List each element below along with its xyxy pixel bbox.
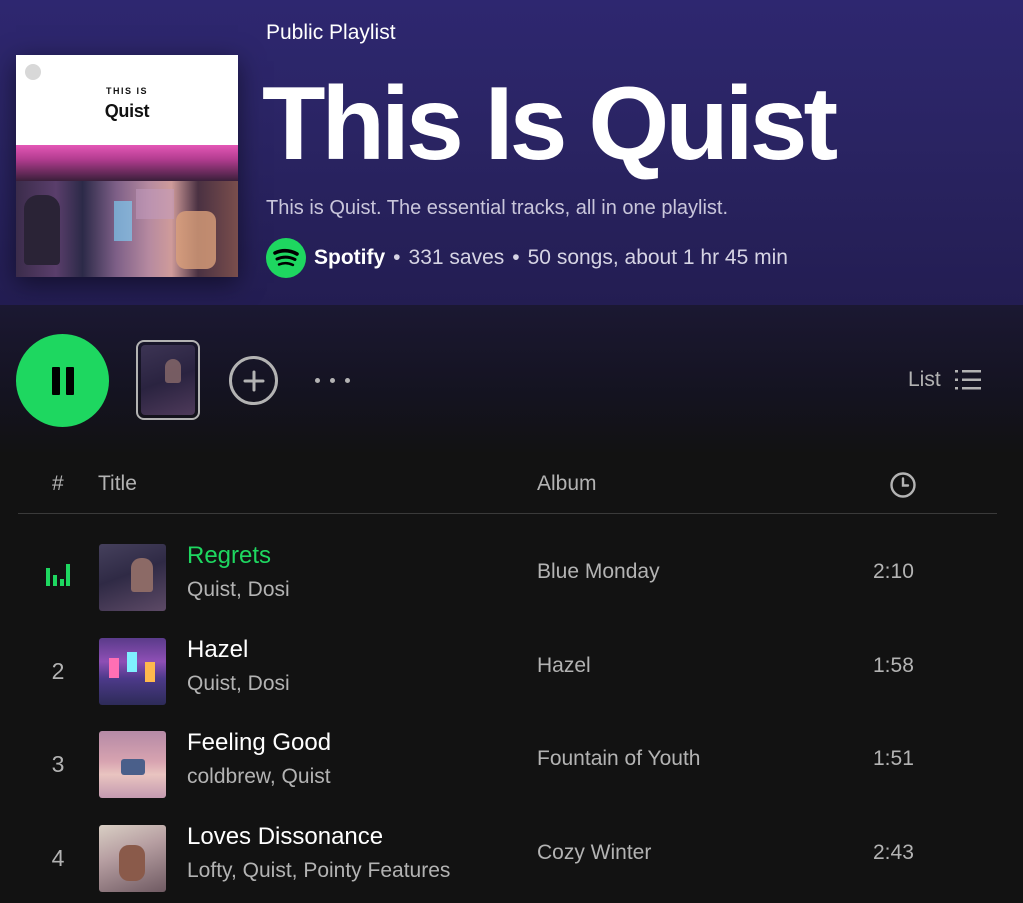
track-artwork [99,825,166,892]
more-options-icon [315,377,320,383]
meta-separator: • [393,246,401,269]
add-circle-icon [243,370,264,391]
meta-separator: • [512,246,520,269]
track-row[interactable]: Regrets Quist, Dosi Blue Monday 2:10 [18,538,997,628]
track-duration: 2:43 [873,841,914,864]
track-artists[interactable]: Lofty, Quist, Pointy Features [187,859,450,883]
track-row[interactable]: 2 Hazel Quist, Dosi Hazel 1:58 [18,632,997,722]
track-title[interactable]: Feeling Good [187,729,331,757]
cover-spotify-logo-icon [25,64,41,80]
pause-button[interactable] [16,334,109,427]
track-number: 3 [51,751,65,777]
track-artists[interactable]: coldbrew, Quist [187,765,331,789]
column-album-header[interactable]: Album [537,472,597,496]
track-artists[interactable]: Quist, Dosi [187,578,290,602]
track-row[interactable]: 4 Loves Dissonance Lofty, Quist, Pointy … [18,819,997,903]
track-artwork [99,638,166,705]
column-title-header[interactable]: Title [98,472,137,496]
playlist-meta: Spotify • 331 saves • 50 songs, about 1 … [266,238,788,278]
playlist-header: THIS IS Quist Public Playlist This Is Qu… [0,0,1023,305]
view-label: List [908,368,941,391]
playlist-cover[interactable]: THIS IS Quist [16,55,238,277]
track-artwork [99,544,166,611]
track-duration: 1:51 [873,747,914,770]
now-playing-artwork [141,345,195,415]
track-title[interactable]: Hazel [187,636,248,664]
track-title[interactable]: Loves Dissonance [187,823,383,851]
track-number: 4 [51,845,65,871]
track-album[interactable]: Fountain of Youth [537,747,700,771]
track-album[interactable]: Cozy Winter [537,841,651,865]
pause-icon [51,366,60,395]
track-duration: 1:58 [873,654,914,677]
add-to-library-button[interactable] [229,356,278,405]
playlist-title: This Is Quist [262,66,838,182]
cover-artist-name: Quist [104,101,150,121]
view-toggle-button[interactable]: List [908,365,981,395]
playlist-description: This is Quist. The essential tracks, all… [266,197,729,219]
cover-artwork [16,181,238,277]
playlist-length: 50 songs, about 1 hr 45 min [527,246,788,269]
spotify-logo-icon[interactable] [266,238,306,278]
list-view-icon [954,370,981,390]
column-number-header[interactable]: # [52,472,64,496]
now-playing-thumbnail-button[interactable] [136,340,200,420]
track-artists[interactable]: Quist, Dosi [187,672,290,696]
playlist-page: THIS IS Quist Public Playlist This Is Qu… [0,0,1023,903]
column-duration-header[interactable] [889,471,917,505]
track-album[interactable]: Hazel [537,654,591,678]
track-row[interactable]: 3 Feeling Good coldbrew, Quist Fountain … [18,725,997,815]
playlist-owner-link[interactable]: Spotify [314,246,385,270]
cover-small-text: THIS IS [105,86,148,96]
clock-icon [890,472,916,498]
track-title[interactable]: Regrets [187,542,271,570]
track-duration: 2:10 [873,560,914,583]
more-options-button[interactable] [310,368,355,392]
playlist-type-label: Public Playlist [266,21,396,44]
track-table-header: # Title Album [18,462,997,514]
track-album[interactable]: Blue Monday [537,560,660,584]
action-bar: List [0,305,1023,455]
cover-title-area: THIS IS Quist [16,55,238,145]
track-number: 2 [51,658,65,684]
playlist-saves: 331 saves [408,246,505,269]
equalizer-icon [46,564,70,586]
track-artwork [99,731,166,798]
cover-gradient-band [16,145,238,181]
